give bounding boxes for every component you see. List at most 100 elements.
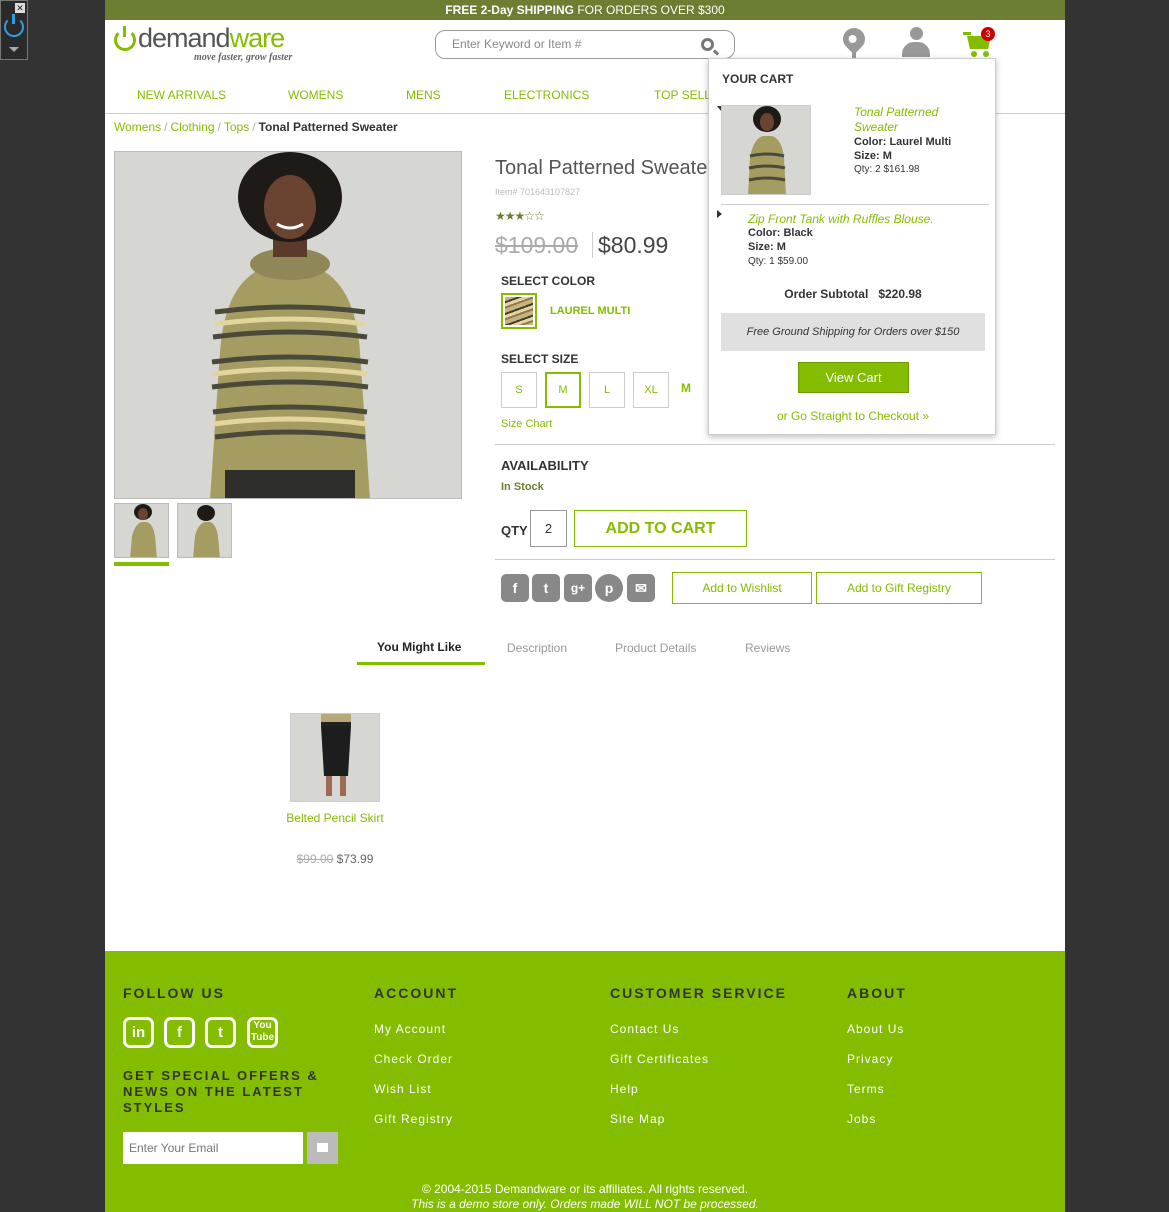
promo-bold: FREE 2-Day SHIPPING — [445, 3, 574, 17]
product-thumbnail-front[interactable] — [114, 503, 169, 558]
footer-link-gift-certificates[interactable]: Gift Certificates — [610, 1052, 709, 1066]
size-option-m[interactable]: M — [545, 372, 581, 408]
google-plus-share-icon[interactable]: g+ — [564, 574, 592, 602]
footer-link-terms[interactable]: Terms — [847, 1082, 885, 1096]
checkout-link[interactable]: or Go Straight to Checkout » — [709, 409, 997, 423]
size-option-xl[interactable]: XL — [633, 372, 669, 408]
mini-cart-shipping-note: Free Ground Shipping for Orders over $15… — [721, 313, 985, 351]
mini-cart-item-image[interactable] — [721, 105, 811, 195]
mini-cart-item-qty: Qty: 1 $59.00 — [748, 256, 809, 267]
caret-right-icon[interactable] — [717, 210, 722, 218]
footer-customer-service-heading: CUSTOMER SERVICE — [610, 985, 787, 1001]
site-logo[interactable]: demandware move faster, grow faster — [114, 23, 304, 67]
footer-link-help[interactable]: Help — [610, 1082, 639, 1096]
color-swatch-laurel-multi[interactable] — [501, 293, 537, 329]
nav-item-new-arrivals[interactable]: NEW ARRIVALS — [137, 88, 226, 102]
nav-item-electronics[interactable]: ELECTRONICS — [504, 88, 589, 102]
promo-bar: FREE 2-Day SHIPPING FOR ORDERS OVER $300 — [105, 0, 1065, 20]
mini-cart-item-name[interactable]: Zip Front Tank with Ruffles Blouse. — [748, 212, 978, 227]
tab-product-details[interactable]: Product Details — [615, 641, 696, 655]
footer-link-my-account[interactable]: My Account — [374, 1022, 446, 1036]
breadcrumb-separator: / — [217, 120, 221, 134]
footer-link-check-order[interactable]: Check Order — [374, 1052, 453, 1066]
facebook-share-icon[interactable]: f — [501, 574, 529, 602]
footer-demo-note: This is a demo store only. Orders made W… — [411, 1197, 759, 1211]
footer-follow-us-heading: FOLLOW US — [123, 985, 225, 1001]
footer-copyright: © 2004-2015 Demandware or its affiliates… — [421, 1182, 749, 1196]
footer-link-about-us[interactable]: About Us — [847, 1022, 904, 1036]
logo-power-icon — [114, 26, 136, 51]
breadcrumb-womens[interactable]: Womens — [114, 120, 161, 134]
email-share-icon[interactable]: ✉ — [627, 574, 655, 602]
cart-icon-wheel — [971, 51, 977, 57]
thumbnail-photo — [178, 504, 231, 557]
breadcrumb-clothing[interactable]: Clothing — [170, 120, 214, 134]
add-to-gift-registry-button[interactable]: Add to Gift Registry — [816, 572, 982, 604]
logo-word-b: ware — [229, 23, 286, 53]
newsletter-email-input[interactable] — [123, 1132, 303, 1164]
sale-price: $80.99 — [598, 232, 669, 258]
footer-link-privacy[interactable]: Privacy — [847, 1052, 893, 1066]
twitter-share-icon[interactable]: t — [532, 574, 560, 602]
mini-cart-subtotal: Order Subtotal $220.98 — [709, 287, 997, 301]
close-icon[interactable]: ✕ — [15, 3, 25, 13]
footer-link-jobs[interactable]: Jobs — [847, 1112, 876, 1126]
account-icon-body — [902, 42, 930, 57]
breadcrumb-tops[interactable]: Tops — [224, 120, 249, 134]
search-icon[interactable] — [701, 38, 714, 51]
availability-label: AVAILABILITY — [501, 458, 589, 473]
account-icon-head — [910, 27, 923, 40]
rating-stars[interactable]: ★★★☆☆ — [495, 209, 545, 223]
size-chart-link[interactable]: Size Chart — [501, 418, 552, 430]
linkedin-icon[interactable]: in — [123, 1017, 154, 1048]
size-option-l[interactable]: L — [589, 372, 625, 408]
mini-cart-flyout: YOUR CART Tonal Patterned Sweater Color:… — [708, 58, 996, 435]
mini-cart-item-color: Color: Laurel Multi — [854, 136, 952, 148]
skirt-photo — [291, 714, 379, 801]
recommended-product-name[interactable]: Belted Pencil Skirt — [245, 811, 425, 825]
recommended-old-price: $99.00 — [296, 852, 334, 866]
size-option-s[interactable]: S — [501, 372, 537, 408]
tab-reviews[interactable]: Reviews — [745, 641, 790, 655]
nav-item-mens[interactable]: MENS — [406, 88, 441, 102]
footer-link-site-map[interactable]: Site Map — [610, 1112, 665, 1126]
divider — [495, 559, 1055, 560]
search-input[interactable] — [452, 37, 692, 51]
breadcrumb: Womens / Clothing / Tops / Tonal Patterned Swe… — [114, 120, 398, 134]
product-thumbnail-back[interactable] — [177, 503, 232, 558]
nav-item-top-sellers[interactable]: TOP SELL — [654, 88, 711, 102]
add-to-cart-button[interactable]: ADD TO CART — [574, 510, 747, 547]
divider — [495, 444, 1055, 445]
breadcrumb-separator: / — [252, 120, 256, 134]
mini-cart-item-size: Size: M — [854, 150, 892, 162]
account-icon[interactable] — [902, 27, 930, 57]
footer-about-heading: ABOUT — [847, 985, 907, 1001]
browser-extension-widget[interactable]: ✕ — [0, 0, 28, 60]
add-to-wishlist-button[interactable]: Add to Wishlist — [672, 572, 812, 604]
footer-link-gift-registry[interactable]: Gift Registry — [374, 1112, 453, 1126]
tab-you-might-like[interactable]: You Might Like — [377, 640, 461, 654]
pinterest-share-icon[interactable]: p — [595, 574, 623, 602]
store-locator-icon-tail — [852, 50, 856, 58]
view-cart-button[interactable]: View Cart — [798, 362, 909, 393]
newsletter-submit-button[interactable] — [307, 1132, 338, 1164]
cart-count-badge: 3 — [981, 27, 995, 41]
mini-cart-item-name[interactable]: Tonal Patterned Sweater — [854, 105, 974, 135]
qty-input[interactable] — [530, 510, 567, 547]
chevron-down-icon[interactable] — [9, 47, 19, 52]
facebook-icon[interactable]: f — [164, 1017, 195, 1048]
active-tab-indicator — [357, 662, 485, 665]
tab-description[interactable]: Description — [507, 641, 567, 655]
twitter-icon[interactable]: t — [205, 1017, 236, 1048]
footer-offers-heading: GET SPECIAL OFFERS & NEWS ON THE LATEST … — [123, 1068, 319, 1115]
selected-size: M — [681, 381, 691, 395]
product-title: Tonal Patterned Sweate — [495, 157, 708, 179]
footer-link-wish-list[interactable]: Wish List — [374, 1082, 432, 1096]
breadcrumb-separator: / — [164, 120, 168, 134]
product-main-image[interactable] — [114, 151, 462, 499]
youtube-icon[interactable]: You Tube — [247, 1017, 278, 1048]
recommended-product-image[interactable] — [290, 713, 380, 802]
footer-link-contact-us[interactable]: Contact Us — [610, 1022, 679, 1036]
nav-item-womens[interactable]: WOMENS — [288, 88, 343, 102]
power-icon[interactable] — [4, 14, 24, 37]
